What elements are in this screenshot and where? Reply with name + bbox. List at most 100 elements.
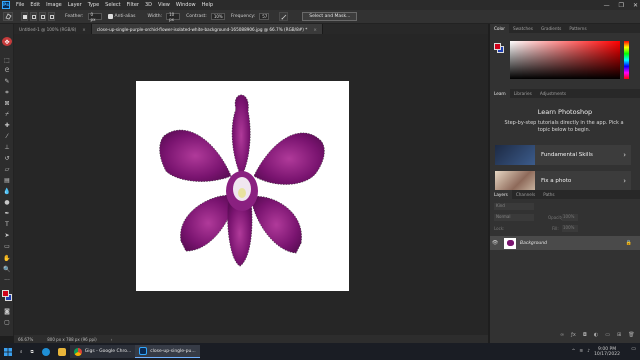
new-selection-button[interactable]: [21, 12, 28, 21]
menu-view[interactable]: View: [155, 2, 173, 8]
menu-layer[interactable]: Layer: [65, 2, 85, 8]
link-layers-icon[interactable]: ∞: [560, 332, 564, 338]
add-mask-icon[interactable]: ◘: [583, 332, 587, 338]
menu-edit[interactable]: Edit: [27, 2, 43, 8]
tab-layers[interactable]: Layers: [490, 190, 512, 199]
notifications-icon[interactable]: ▭: [631, 346, 636, 352]
tab-orchid[interactable]: close-up-single-purple-orchid-flower-iso…: [91, 24, 323, 34]
start-button[interactable]: [0, 345, 16, 358]
eyedropper-tool-icon[interactable]: ⌿: [3, 111, 11, 118]
layers-panel-tabs: Layers Channels Paths: [490, 190, 640, 199]
blur-tool-icon[interactable]: 💧: [3, 188, 11, 195]
contrast-input[interactable]: 10%: [210, 13, 225, 20]
document-canvas[interactable]: [136, 81, 349, 291]
tab-untitled[interactable]: Untitled-1 @ 100% (RGB/8) ×: [14, 24, 92, 34]
hue-slider[interactable]: [624, 41, 629, 79]
status-menu-icon[interactable]: ›: [111, 337, 113, 342]
pen-pressure-button[interactable]: [279, 12, 289, 21]
tab-libraries[interactable]: Libraries: [510, 89, 536, 98]
hand-tool-icon[interactable]: ✋: [3, 255, 11, 262]
tab-orchid-close-icon[interactable]: ×: [313, 27, 317, 32]
type-tool-icon[interactable]: T: [3, 221, 11, 228]
menu-type[interactable]: Type: [85, 2, 102, 8]
task-view-icon: ⧉: [30, 349, 34, 355]
panel-foreground-swatch[interactable]: [494, 43, 501, 50]
speaker-icon[interactable]: ♪: [587, 349, 590, 354]
menu-select[interactable]: Select: [102, 2, 123, 8]
more-tools-icon[interactable]: ···: [3, 277, 11, 284]
opacity-input[interactable]: 100%: [562, 214, 578, 221]
move-tool-icon[interactable]: ✥: [3, 39, 11, 46]
crop-tool-icon[interactable]: ⌗: [3, 89, 11, 96]
tab-adjustments[interactable]: Adjustments: [536, 89, 570, 98]
zoom-tool-icon[interactable]: 🔍: [3, 266, 11, 273]
menu-image[interactable]: Image: [43, 2, 65, 8]
menu-help[interactable]: Help: [199, 2, 216, 8]
minimize-button[interactable]: —: [604, 2, 610, 9]
intersect-selection-button[interactable]: [48, 12, 55, 21]
wifi-icon[interactable]: ≋: [579, 349, 583, 354]
edge-button[interactable]: [38, 345, 54, 358]
layer-row[interactable]: 👁 Background 🔒: [490, 236, 640, 250]
frame-tool-icon[interactable]: ⊠: [3, 100, 11, 107]
frequency-input[interactable]: 57: [259, 13, 270, 20]
eraser-tool-icon[interactable]: ▱: [3, 166, 11, 173]
photoshop-task-button[interactable]: close-up-single-pu...: [135, 345, 200, 358]
fx-icon[interactable]: ƒx: [571, 332, 576, 338]
delete-layer-icon[interactable]: 🗑: [628, 332, 634, 338]
dodge-tool-icon[interactable]: ●: [3, 199, 11, 206]
width-input[interactable]: 10 px: [166, 12, 181, 22]
tab-paths[interactable]: Paths: [539, 190, 558, 199]
clone-stamp-tool-icon[interactable]: ⊥: [3, 144, 11, 151]
tab-patterns[interactable]: Patterns: [565, 24, 590, 33]
menu-file[interactable]: File: [13, 2, 27, 8]
search-button[interactable]: ⌕: [16, 345, 27, 358]
new-layer-icon[interactable]: ⊞: [617, 332, 621, 338]
gradient-tool-icon[interactable]: ▤: [3, 177, 11, 184]
quick-select-tool-icon[interactable]: ✎: [3, 78, 11, 85]
zoom-level[interactable]: 66.67%: [18, 337, 33, 342]
explorer-button[interactable]: [54, 345, 70, 358]
tool-preset-picker[interactable]: [3, 12, 13, 21]
brush-tool-icon[interactable]: ⁄: [3, 133, 11, 140]
maximize-button[interactable]: ❐: [619, 2, 624, 9]
tab-color[interactable]: Color: [490, 24, 509, 33]
antialias-checkbox[interactable]: [107, 14, 113, 19]
pen-tool-icon[interactable]: ✒: [3, 210, 11, 217]
tab-gradients[interactable]: Gradients: [537, 24, 565, 33]
menu-window[interactable]: Window: [173, 2, 199, 8]
path-select-tool-icon[interactable]: ➤: [3, 232, 11, 239]
fill-input[interactable]: 100%: [562, 225, 578, 232]
lasso-tool-icon[interactable]: ᘓ: [3, 67, 11, 74]
select-and-mask-button[interactable]: Select and Mask...: [302, 12, 358, 21]
new-group-icon[interactable]: ▭: [605, 332, 610, 338]
marquee-tool-icon[interactable]: ⬚: [3, 57, 11, 64]
tab-swatches[interactable]: Swatches: [509, 24, 537, 33]
fundamental-skills-card[interactable]: Fundamental Skills ›: [495, 145, 631, 165]
screen-mode-icon[interactable]: ▢: [3, 319, 11, 326]
quick-mask-icon[interactable]: ◙: [3, 308, 11, 315]
eye-icon[interactable]: 👁: [490, 240, 500, 246]
subtract-selection-button[interactable]: [39, 12, 46, 21]
foreground-color-swatch[interactable]: [2, 290, 9, 297]
menu-filter[interactable]: Filter: [124, 2, 142, 8]
fix-photo-card[interactable]: Fix a photo ›: [495, 171, 631, 191]
clock[interactable]: 9:00 PM 10/17/2022: [594, 347, 620, 357]
chrome-task-button[interactable]: Gigs - Google Chro...: [69, 345, 136, 358]
adjustment-layer-icon[interactable]: ◐: [594, 332, 598, 338]
tab-channels[interactable]: Channels: [512, 190, 539, 199]
rectangle-tool-icon[interactable]: ▭: [3, 243, 11, 250]
color-picker-field[interactable]: [510, 41, 620, 79]
feather-input[interactable]: 0 px: [87, 12, 102, 22]
tab-learn[interactable]: Learn: [490, 89, 510, 98]
chevron-up-icon[interactable]: ^: [572, 349, 576, 354]
history-brush-tool-icon[interactable]: ↺: [3, 155, 11, 162]
tab-untitled-close-icon[interactable]: ×: [82, 27, 86, 32]
layer-kind-filter[interactable]: Kind: [494, 203, 534, 210]
close-button[interactable]: ✕: [633, 2, 638, 9]
add-selection-button[interactable]: [30, 12, 37, 21]
healing-brush-tool-icon[interactable]: ✚: [3, 122, 11, 129]
blend-mode-select[interactable]: Normal: [494, 214, 534, 221]
menu-3d[interactable]: 3D: [142, 2, 155, 8]
task-view-button[interactable]: ⧉: [27, 345, 38, 358]
